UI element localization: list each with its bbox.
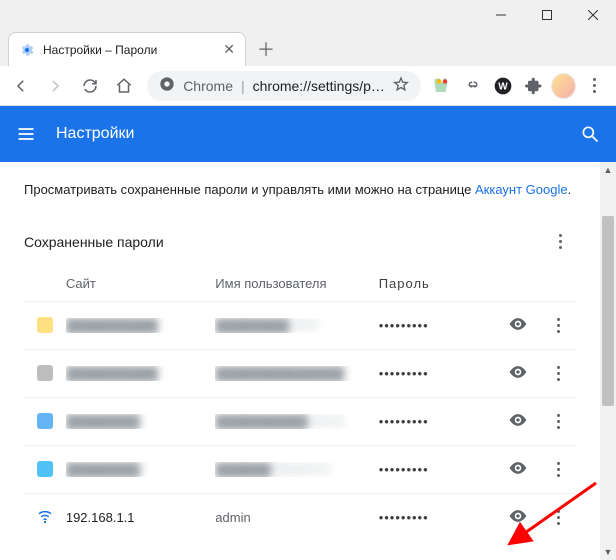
back-button[interactable] [6,70,36,102]
section-title: Сохраненные пароли [24,234,164,250]
chrome-icon [159,76,175,95]
column-pass: Пароль [379,276,497,291]
tab-title: Настройки – Пароли [43,43,215,57]
cell-password: ••••••••• [379,414,497,429]
gear-icon [19,42,35,58]
svg-text:W: W [498,81,508,92]
column-user: Имя пользователя [215,276,378,291]
profile-avatar[interactable] [551,73,576,99]
new-tab-button[interactable]: ＋ [252,35,280,63]
site-favicon [37,365,53,381]
row-more-button[interactable] [542,357,574,389]
site-favicon [37,413,53,429]
close-icon[interactable]: ✕ [223,41,235,58]
extensions-button[interactable] [520,72,547,100]
show-password-button[interactable] [508,506,528,529]
bookmark-icon[interactable] [393,76,409,95]
cell-site: ████████ [66,414,215,429]
dots-vertical-icon [549,510,567,525]
window-titlebar [0,0,616,30]
scrollbar[interactable]: ▲ ▼ [600,162,616,560]
cell-password: ••••••••• [379,462,497,477]
extension-icon-3[interactable]: W [490,72,517,100]
table-row[interactable]: ██████████████••••••••• [24,445,576,493]
table-header: Сайт Имя пользователя Пароль [24,266,576,301]
extension-icon-2[interactable] [459,72,486,100]
omnibox-label: Chrome [183,78,233,94]
table-row[interactable]: ██████████████████••••••••• [24,301,576,349]
dots-vertical-icon [549,462,567,477]
row-more-button[interactable] [542,453,574,485]
cell-site: ██████████ [66,318,215,333]
reload-button[interactable] [75,70,105,102]
window-minimize-button[interactable] [478,0,524,30]
cell-user: ██████████████ [215,366,378,381]
extension-icon-1[interactable] [429,72,456,100]
window-maximize-button[interactable] [524,0,570,30]
cell-user: ██████ [215,462,378,477]
row-more-button[interactable] [542,405,574,437]
cell-user: admin [215,510,378,525]
show-password-button[interactable] [508,362,528,385]
row-more-button[interactable] [542,501,574,533]
home-button[interactable] [109,70,139,102]
cell-site: ████████ [66,462,215,477]
dots-vertical-icon [549,318,567,333]
column-site: Сайт [66,276,215,291]
page-title: Настройки [56,125,560,143]
tab-strip: Настройки – Пароли ✕ ＋ [0,30,616,66]
forward-button[interactable] [40,70,70,102]
dots-vertical-icon [549,414,567,429]
table-row[interactable]: ██████████████████••••••••• [24,397,576,445]
dots-vertical-icon [551,234,569,249]
wifi-icon [36,507,54,528]
cell-password: ••••••••• [379,318,497,333]
row-more-button[interactable] [542,309,574,341]
cell-site: ██████████ [66,366,215,381]
cell-user: ████████ [215,318,378,333]
omnibox-url: chrome://settings/p… [253,78,385,94]
table-row[interactable]: ████████████████████████••••••••• [24,349,576,397]
dots-vertical-icon [549,366,567,381]
table-row[interactable]: 192.168.1.1admin••••••••• [24,493,576,541]
show-password-button[interactable] [508,314,528,337]
scroll-down-icon[interactable]: ▼ [600,544,616,560]
cell-user: ██████████ [215,414,378,429]
google-account-link[interactable]: Аккаунт Google [475,182,568,197]
scrollbar-thumb[interactable] [602,216,614,406]
browser-menu-button[interactable] [580,70,610,102]
scroll-up-icon[interactable]: ▲ [600,162,616,178]
site-favicon [37,461,53,477]
show-password-button[interactable] [508,458,528,481]
show-password-button[interactable] [508,410,528,433]
browser-toolbar: Chrome | chrome://settings/p… W [0,66,616,106]
cell-site: 192.168.1.1 [66,510,215,525]
browser-tab[interactable]: Настройки – Пароли ✕ [8,32,246,66]
settings-content: Просматривать сохраненные пароли и управ… [0,162,616,560]
intro-text: Просматривать сохраненные пароли и управ… [24,180,576,200]
section-more-button[interactable] [544,226,576,258]
menu-button[interactable] [14,124,38,144]
cell-password: ••••••••• [379,366,497,381]
cell-password: ••••••••• [379,510,497,525]
settings-appbar: Настройки [0,106,616,162]
site-favicon [37,317,53,333]
address-bar[interactable]: Chrome | chrome://settings/p… [147,71,421,101]
search-button[interactable] [578,124,602,144]
window-close-button[interactable] [570,0,616,30]
dots-vertical-icon [586,78,604,93]
